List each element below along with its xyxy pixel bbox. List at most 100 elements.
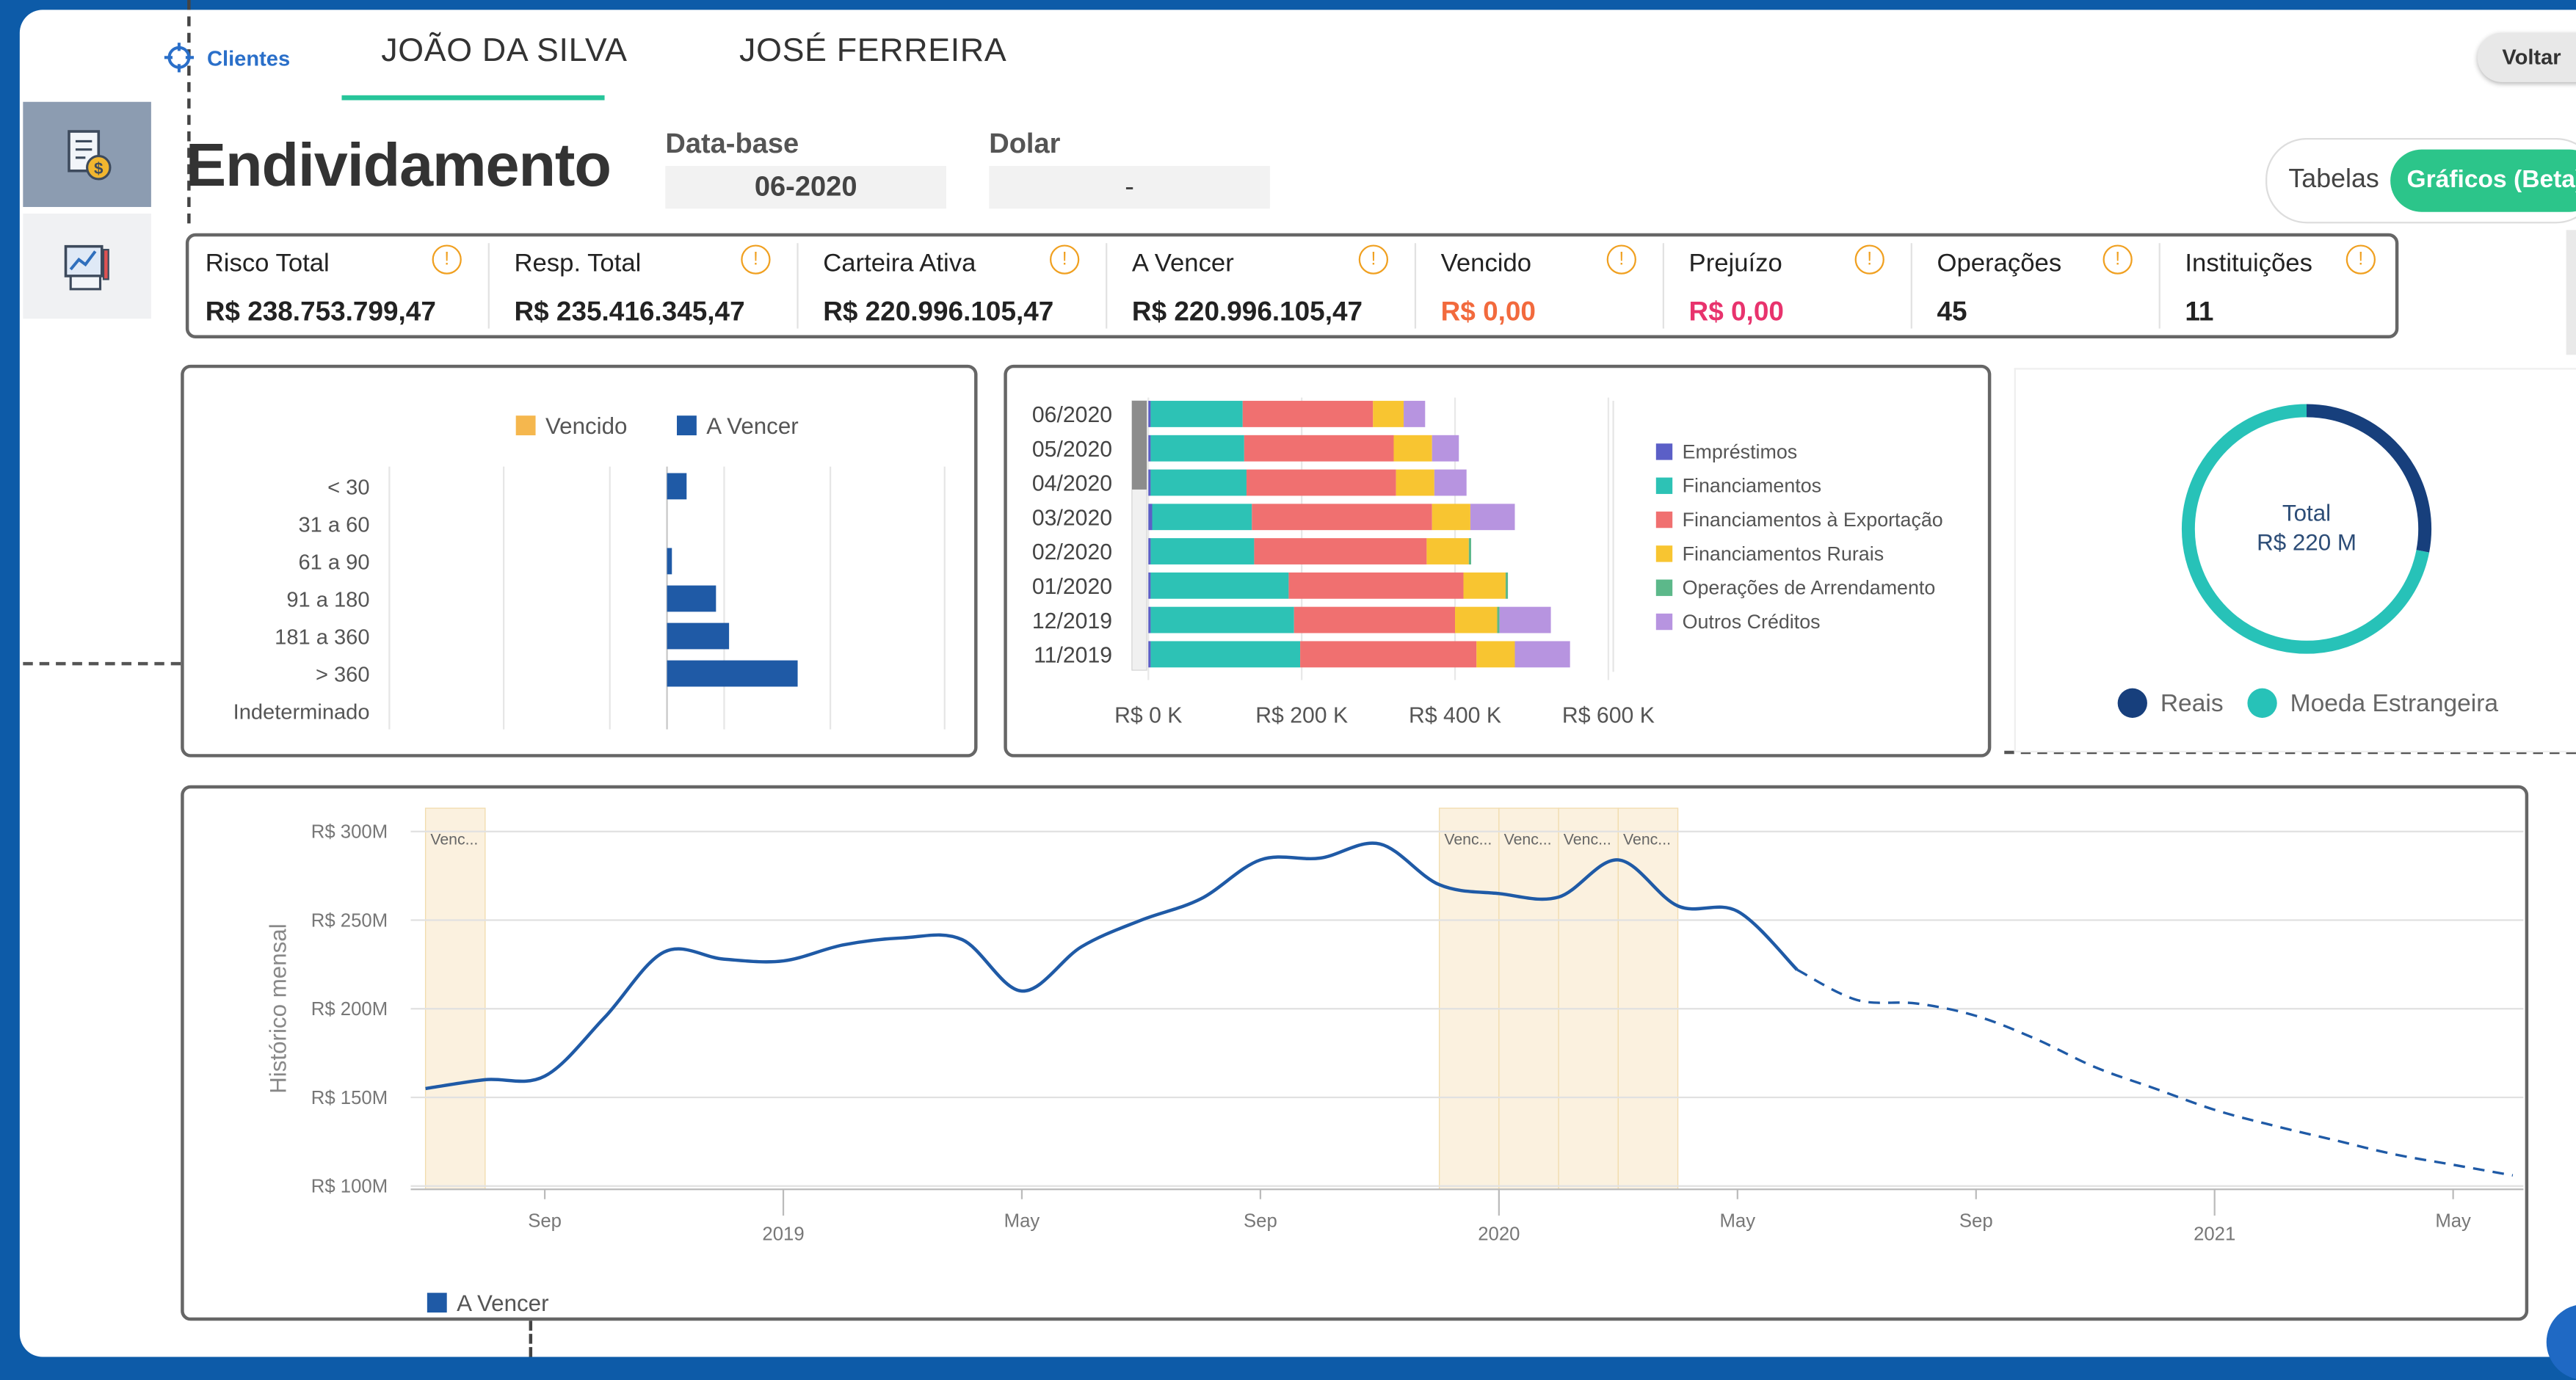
stack-segment (1252, 504, 1432, 531)
warning-icon[interactable]: ! (1854, 244, 1884, 275)
aging-chart-card: < 30 31 a 60 61 a 90 91 a 180 181 a 360 > 360… (181, 364, 978, 758)
stack-segment (1505, 572, 1509, 599)
bar-a-vencer (667, 660, 798, 687)
kpi-value: R$ 0,00 (1688, 297, 1784, 327)
toggle-tables[interactable]: Tabelas (2288, 166, 2379, 195)
warning-icon[interactable]: ! (741, 244, 771, 275)
view-toggle: Tabelas Gráficos (Beta) (2265, 137, 2576, 224)
stack-segment (1148, 538, 1151, 564)
band-label: Venc... (1504, 830, 1552, 848)
back-button[interactable]: Voltar (2477, 32, 2576, 82)
legend-label: Empréstimos (1683, 440, 1798, 462)
history-chart: Venc... Venc... Venc... Venc... Venc... R$ 10… (265, 807, 2524, 1316)
stack-segment (1404, 401, 1426, 427)
stack-segment (1294, 606, 1456, 633)
legend-label: A Vencer (457, 1290, 548, 1316)
highlight-band (1558, 807, 1619, 1190)
band-label: Venc... (1444, 830, 1492, 848)
stack-segment (1152, 504, 1252, 531)
kpi-label: Prejuízo (1688, 250, 1782, 278)
stack-segment (1150, 435, 1244, 462)
category-label: > 360 (316, 664, 370, 687)
legend-label: Operações de Arrendamento (1683, 577, 1936, 599)
active-tab-indicator (341, 95, 605, 101)
page-title: Endividamento (185, 131, 612, 199)
stack-segment (1148, 469, 1151, 496)
range-slider-thumb (1131, 401, 1147, 490)
highlight-band (1498, 807, 1559, 1190)
legend-swatch (1655, 511, 1673, 529)
stack-segment (1244, 435, 1394, 462)
kpi-label: Resp. Total (514, 250, 642, 278)
sidebar-item-relatorios[interactable] (23, 213, 151, 319)
kpi-divider (2158, 243, 2160, 329)
stack-segment (1148, 641, 1151, 668)
forecast-line (1796, 968, 2514, 1177)
kpi-card: Instituições 11! (2169, 236, 2395, 335)
legend-label: Vencido (545, 413, 627, 439)
legend-swatch (2247, 688, 2277, 718)
stack-segment (1463, 572, 1506, 599)
legend-label: Financiamentos Rurais (1683, 542, 1884, 564)
band-label: Venc... (430, 830, 478, 848)
dollar-label: Dolar (989, 128, 1061, 160)
warning-icon[interactable]: ! (2102, 244, 2133, 275)
stack-segment (1246, 469, 1396, 496)
category-label: 01/2020 (1032, 575, 1112, 599)
legend-label: A Vencer (706, 413, 798, 439)
x-tick-label: 2020 (1478, 1224, 1520, 1245)
stack-segment (1288, 572, 1464, 599)
donut-center-value: R$ 220 M (2257, 530, 2357, 556)
category-label: Indeterminado (233, 701, 370, 724)
sidebar-item-endividamento[interactable]: $ (23, 101, 151, 207)
scrollbar[interactable] (2566, 230, 2576, 355)
bar-a-vencer (667, 622, 730, 650)
stack-segment (1148, 435, 1151, 462)
stack-segment (1476, 641, 1515, 668)
kpi-value: R$ 235.416.345,47 (514, 297, 745, 327)
toggle-charts[interactable]: Gráficos (Beta) (2390, 149, 2576, 212)
warning-icon[interactable]: ! (2345, 244, 2376, 275)
stack-segment (1432, 504, 1470, 531)
category-label: 12/2019 (1032, 609, 1112, 633)
stack-segment (1468, 538, 1471, 564)
legend-swatch (2117, 688, 2147, 718)
kpi-divider (1414, 243, 1417, 329)
kpi-card: Vencido R$ 0,00! (1424, 236, 1656, 335)
kpi-divider (487, 243, 490, 329)
highlight-band (1438, 807, 1500, 1190)
legend-swatch (1655, 579, 1673, 596)
tab-jose-ferreira[interactable]: JOSÉ FERREIRA (739, 33, 1006, 70)
tab-joao-da-silva[interactable]: JOÃO DA SILVA (381, 33, 627, 70)
database-field[interactable]: 06-2020 (665, 166, 947, 209)
highlight-band (424, 807, 486, 1190)
aging-chart: < 30 31 a 60 61 a 90 91 a 180 181 a 360 > 360… (233, 413, 946, 730)
legend-swatch (515, 415, 536, 436)
bar-a-vencer (667, 473, 687, 500)
portfolio-chart: 06/2020 05/2020 04/2020 03/2020 02/2020 01/20… (1032, 397, 1943, 728)
kpi-value: R$ 0,00 (1440, 297, 1536, 327)
warning-icon[interactable]: ! (1606, 244, 1636, 275)
warning-icon[interactable]: ! (1050, 244, 1080, 275)
dollar-field[interactable]: - (989, 166, 1270, 209)
legend-label: Financiamentos à Exportação (1683, 509, 1943, 531)
kpi-card: Carteira Ativa R$ 220.996.105,47! (807, 236, 1099, 335)
kpi-divider (1662, 243, 1664, 329)
highlight-band (1617, 807, 1679, 1190)
y-tick-label: R$ 250M (311, 910, 388, 931)
warning-icon[interactable]: ! (1358, 244, 1389, 275)
legend-swatch (1655, 613, 1673, 631)
kpi-divider (1106, 243, 1108, 329)
y-tick-label: R$ 200M (311, 999, 388, 1020)
document-money-icon: $ (68, 130, 112, 181)
x-tick-label: R$ 600 K (1562, 704, 1655, 728)
warning-icon[interactable]: ! (432, 244, 462, 275)
clients-link[interactable]: Clientes (164, 43, 290, 73)
category-label: 181 a 360 (275, 626, 369, 650)
category-label: 02/2020 (1032, 540, 1112, 564)
legend-label: Reais (2160, 690, 2224, 717)
guide-line (23, 661, 181, 666)
band-label: Venc... (1623, 830, 1671, 848)
donut-center-label: Total (2282, 500, 2331, 526)
x-tick-label: Sep (1244, 1211, 1277, 1232)
